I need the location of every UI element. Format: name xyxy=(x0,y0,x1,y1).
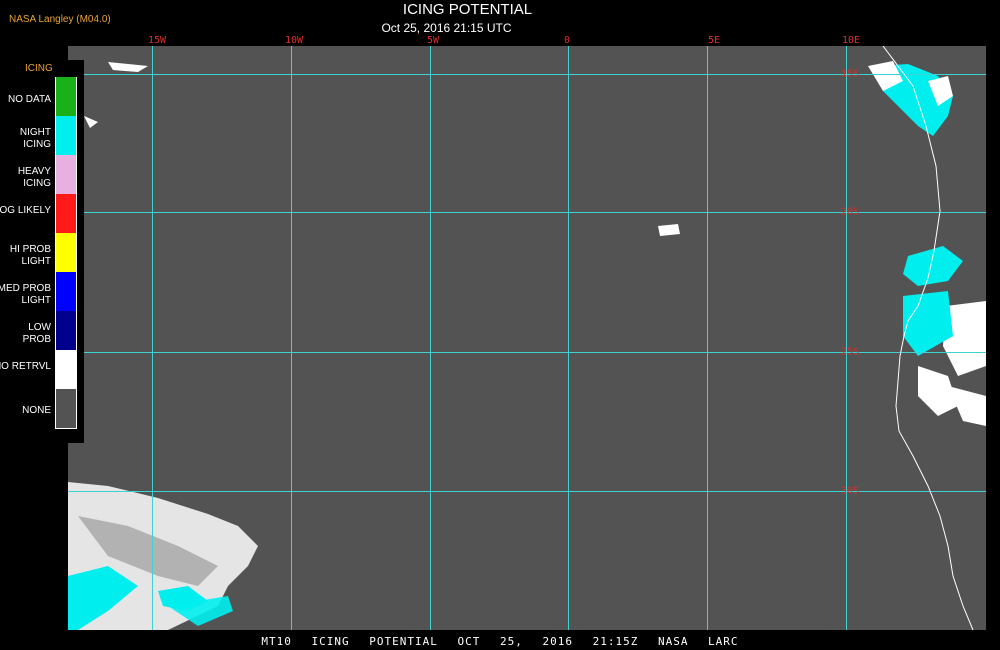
legend-label-heavy-icing: HEAVY ICING xyxy=(17,166,51,189)
legend-label-low-prob: LOW PROB xyxy=(22,322,51,345)
map-canvas xyxy=(68,46,986,630)
legend-swatch-low-prob xyxy=(56,311,76,350)
lon-label-5w: 5W xyxy=(426,35,440,46)
legend-label-no-retrvl: NO RETRVL xyxy=(0,361,51,372)
map-title: ICING POTENTIAL xyxy=(402,1,533,18)
legend-swatch-mog-likely xyxy=(56,194,76,233)
lon-label-0: 0 xyxy=(563,35,571,46)
lon-label-5e: 5E xyxy=(707,35,721,46)
legend-label-none: NONE xyxy=(22,405,51,416)
legend-label-med-prob-light: MED PROB LIGHT xyxy=(0,283,51,306)
legend-swatch-night-icing xyxy=(56,116,76,155)
map-timestamp: Oct 25, 2016 21:15 UTC xyxy=(381,21,512,35)
lon-label-10w: 10W xyxy=(284,35,304,46)
legend-color-bar xyxy=(55,77,77,429)
cloud-patches xyxy=(68,61,986,630)
lat-label-30s: 30S xyxy=(840,485,860,497)
legend-swatch-no-retrvl xyxy=(56,350,76,389)
lat-label-25s: 25S xyxy=(840,346,860,358)
icing-legend: ICING NO DATA NIGHT ICING HEAVY ICING MO… xyxy=(0,60,84,443)
legend-swatch-heavy-icing xyxy=(56,155,76,194)
footer-caption: MT10 ICING POTENTIAL OCT 25, 2016 21:15Z… xyxy=(0,634,1000,650)
legend-label-night-icing: NIGHT ICING xyxy=(19,127,51,150)
satellite-map[interactable] xyxy=(68,46,986,630)
legend-swatch-hi-prob-light xyxy=(56,233,76,272)
legend-label-no-data: NO DATA xyxy=(8,94,51,105)
legend-title: ICING xyxy=(25,63,53,74)
legend-label-mog-likely: MOG LIKELY xyxy=(0,205,51,216)
legend-swatch-no-data xyxy=(56,77,76,116)
legend-label-hi-prob-light: HI PROB LIGHT xyxy=(9,244,51,267)
lon-label-15w: 15W xyxy=(147,35,167,46)
legend-swatch-med-prob-light xyxy=(56,272,76,311)
legend-swatch-none xyxy=(56,389,76,428)
lat-label-15s: 15S xyxy=(840,68,860,80)
lat-label-20s: 20S xyxy=(840,206,860,218)
lon-label-10e: 10E xyxy=(841,35,861,46)
